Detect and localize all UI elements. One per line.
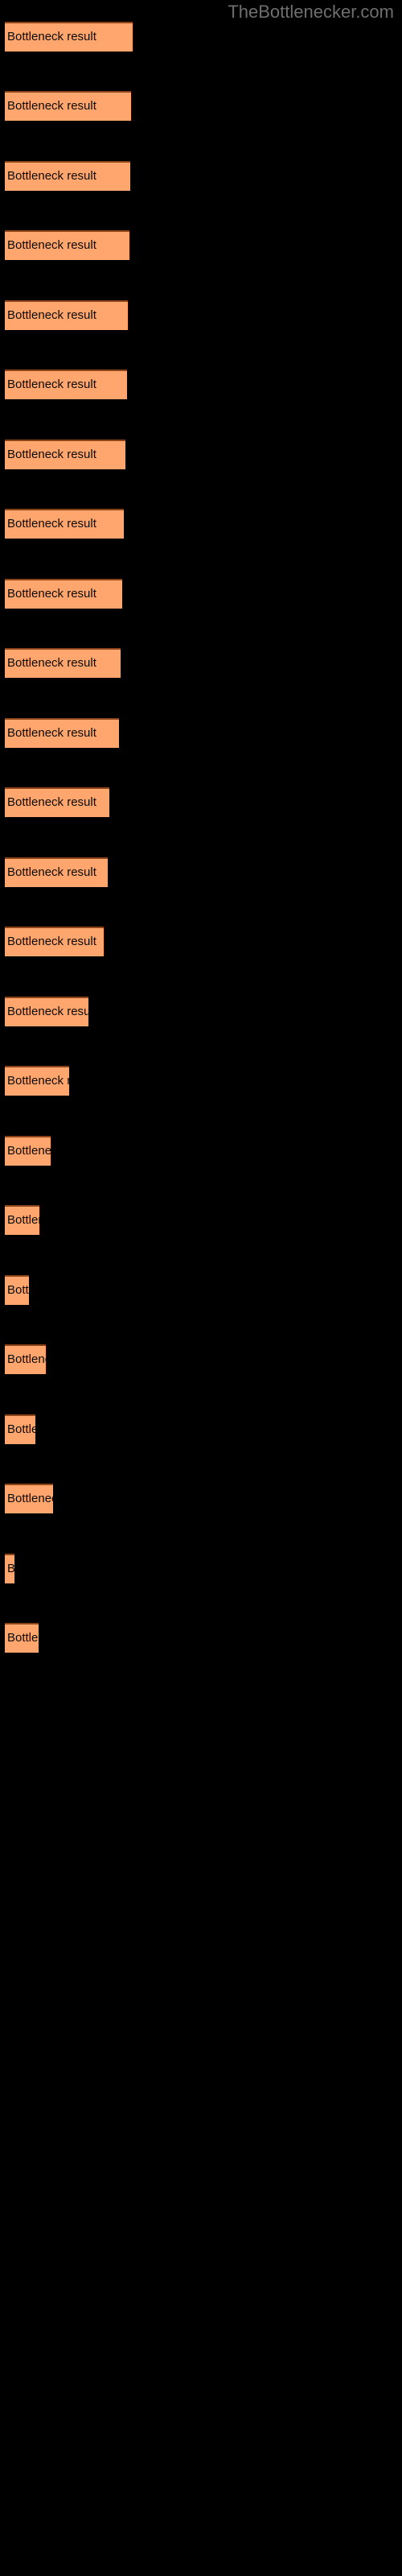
bar-label: Bottleneck result xyxy=(7,169,96,183)
bar-label: Bottleneck result xyxy=(7,99,96,113)
bar-label-clip: Bottleneck result xyxy=(5,718,119,748)
bar-label: Bottleneck result xyxy=(7,1562,14,1575)
bar-label-clip: Bottleneck result xyxy=(5,1623,39,1653)
bar-row: Bottleneck result xyxy=(5,927,104,956)
bar-label: Bottleneck result xyxy=(7,865,96,879)
bar-row: Bottleneck result xyxy=(5,91,131,121)
bar-label: Bottleneck result xyxy=(7,726,96,740)
bar-label-clip: Bottleneck result xyxy=(5,927,104,956)
bar-row: Bottleneck result xyxy=(5,997,88,1026)
bar-row: Bottleneck result xyxy=(5,1623,39,1653)
bar-label-clip: Bottleneck result xyxy=(5,22,133,52)
bar-label-clip: Bottleneck result xyxy=(5,1066,69,1096)
bar-label: Bottleneck result xyxy=(7,1283,29,1297)
bar-label: Bottleneck result xyxy=(7,1631,39,1645)
bar-label: Bottleneck result xyxy=(7,935,96,948)
bar-row: Bottleneck result xyxy=(5,1066,69,1096)
bar-label-clip: Bottleneck result xyxy=(5,91,131,121)
bar-label: Bottleneck result xyxy=(7,308,96,322)
bar-row: Bottleneck result xyxy=(5,161,130,191)
bar-label-clip: Bottleneck result xyxy=(5,1414,35,1444)
bar-label-clip: Bottleneck result xyxy=(5,300,128,330)
bar-row: Bottleneck result xyxy=(5,579,122,609)
bar-label-clip: Bottleneck result xyxy=(5,161,130,191)
bar-row: Bottleneck result xyxy=(5,718,119,748)
bar-label: Bottleneck result xyxy=(7,30,96,43)
bottleneck-chart: TheBottlenecker.com Bottleneck result Bot… xyxy=(0,0,402,2576)
bar-label: Bottleneck result xyxy=(7,238,96,252)
bar-row: Bottleneck result xyxy=(5,787,109,817)
bar-label-clip: Bottleneck result xyxy=(5,997,88,1026)
bar-label-clip: Bottleneck result xyxy=(5,579,122,609)
bar-row: Bottleneck result xyxy=(5,1414,35,1444)
bar-label-clip: Bottleneck result xyxy=(5,648,121,678)
bar-row: Bottleneck result xyxy=(5,1554,14,1583)
bar-label: Bottleneck result xyxy=(7,448,96,461)
bar-label: Bottleneck result xyxy=(7,1213,39,1227)
bar-label: Bottleneck result xyxy=(7,1422,35,1436)
bar-row: Bottleneck result xyxy=(5,857,108,887)
bar-row: Bottleneck result xyxy=(5,1275,29,1305)
bar-label: Bottleneck result xyxy=(7,656,96,670)
bar-label: Bottleneck result xyxy=(7,1144,51,1158)
bar-row: Bottleneck result xyxy=(5,22,133,52)
bar-label: Bottleneck result xyxy=(7,1492,53,1505)
bar-label: Bottleneck result xyxy=(7,517,96,530)
bar-row: Bottleneck result xyxy=(5,1344,46,1374)
bar-label-clip: Bottleneck result xyxy=(5,1554,14,1583)
bar-row: Bottleneck result xyxy=(5,300,128,330)
bar-series: Bottleneck result Bottleneck result Bottle… xyxy=(0,0,402,2576)
bar-label: Bottleneck result xyxy=(7,587,96,601)
bar-label: Bottleneck result xyxy=(7,1352,46,1366)
bar-label-clip: Bottleneck result xyxy=(5,1484,53,1513)
bar-row: Bottleneck result xyxy=(5,509,124,539)
bar-label: Bottleneck result xyxy=(7,378,96,391)
bar-row: Bottleneck result xyxy=(5,648,121,678)
bar-label: Bottleneck result xyxy=(7,1074,69,1088)
bar-label-clip: Bottleneck result xyxy=(5,787,109,817)
bar-row: Bottleneck result xyxy=(5,369,127,399)
bar-label-clip: Bottleneck result xyxy=(5,1205,39,1235)
bar-row: Bottleneck result xyxy=(5,1136,51,1166)
bar-label: Bottleneck result xyxy=(7,795,96,809)
bar-label-clip: Bottleneck result xyxy=(5,1275,29,1305)
bar-label-clip: Bottleneck result xyxy=(5,440,125,469)
bar-label-clip: Bottleneck result xyxy=(5,230,129,260)
bar-row: Bottleneck result xyxy=(5,230,129,260)
bar-label: Bottleneck result xyxy=(7,1005,88,1018)
bar-row: Bottleneck result xyxy=(5,1484,53,1513)
bar-label-clip: Bottleneck result xyxy=(5,1136,51,1166)
bar-label-clip: Bottleneck result xyxy=(5,1344,46,1374)
bar-label-clip: Bottleneck result xyxy=(5,369,127,399)
bar-label-clip: Bottleneck result xyxy=(5,857,108,887)
bar-label-clip: Bottleneck result xyxy=(5,509,124,539)
bar-row: Bottleneck result xyxy=(5,440,125,469)
bar-row: Bottleneck result xyxy=(5,1205,39,1235)
